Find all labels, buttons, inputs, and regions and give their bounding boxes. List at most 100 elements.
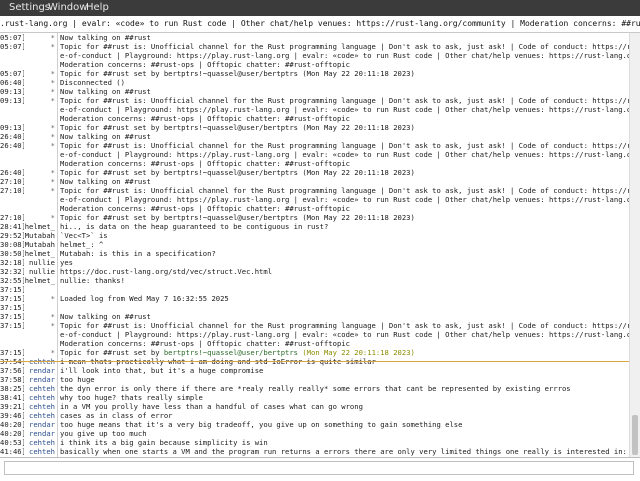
line-nick[interactable]: rendar (24, 420, 55, 429)
line-timestamp: 40:20] (0, 420, 24, 429)
line-message: e-of-conduct | Playground: https://play.… (60, 195, 630, 204)
line-message: e-of-conduct | Playground: https://play.… (60, 330, 630, 339)
line-timestamp: 09:13] (0, 123, 24, 132)
nick-separator (57, 366, 58, 375)
line-message: too huge means that it's a very big trad… (60, 420, 463, 429)
nick-separator (57, 339, 58, 348)
line-message: Topic for ##rust set by bertptrs!~quasse… (60, 348, 630, 357)
chat-line: 26:40] * Now talking on ##rust (0, 132, 640, 141)
chat-line: 40:53] cehteh i think its a big gain becau… (0, 438, 640, 447)
chat-line: Moderation concerns: ##rust-ops | Offtop… (0, 114, 640, 123)
line-nick[interactable]: cehteh (24, 384, 55, 393)
line-nick: * (50, 78, 55, 87)
menu-help[interactable]: Help (86, 2, 109, 13)
line-nick: * (50, 141, 55, 150)
line-message: i'll look into that, but it's a huge com… (60, 366, 264, 375)
line-timestamp: 29:52] (0, 231, 24, 240)
chat-line-topic-setter: 37:15] * Topic for ##rust set by bertptr… (0, 348, 640, 357)
line-nick[interactable]: nullie (24, 267, 55, 276)
nick-separator (57, 276, 58, 285)
line-nick[interactable]: nullie (24, 258, 55, 267)
chat-line: 37:15] * Loaded log from Wed May 7 16:32:5… (0, 294, 640, 303)
topic-setter-who[interactable]: bertptrs!~quassel@user/bertptrs (164, 348, 298, 357)
line-timestamp: 37:15] (0, 348, 24, 357)
line-nick: * (50, 69, 55, 78)
line-nick[interactable]: Mutabah (24, 231, 55, 240)
nick-separator (57, 447, 58, 456)
line-nick[interactable]: cehteh (24, 447, 55, 456)
line-nick[interactable]: Mutabah (24, 240, 55, 249)
scrollbar-thumb[interactable] (632, 415, 638, 455)
chat-line: 40:20] rendar you give up too much (0, 429, 640, 438)
line-nick[interactable]: helmet_ (24, 249, 55, 258)
message-input[interactable] (4, 461, 634, 475)
chat-line: 32:55] helmet_ nullie: thanks! (0, 276, 640, 285)
chat-line: 06:40] * Disconnected () (0, 78, 640, 87)
line-nick[interactable]: cehteh (24, 393, 55, 402)
chat-line: 09:13] * Now talking on ##rust (0, 87, 640, 96)
nick-separator (57, 51, 58, 60)
nick-separator (57, 231, 58, 240)
line-nick[interactable]: helmet_ (24, 222, 55, 231)
line-nick: * (50, 294, 55, 303)
line-message: Moderation concerns: ##rust-ops | Offtop… (60, 204, 350, 213)
line-message: Topic for ##rust is: Unofficial channel … (60, 42, 630, 51)
nick-separator (57, 69, 58, 78)
line-message: Mutabah: is this in a specification? (60, 249, 216, 258)
line-timestamp: 39:46] (0, 411, 24, 420)
menu-settings[interactable]: Settings (9, 2, 50, 13)
nick-separator (57, 87, 58, 96)
line-message: e-of-conduct | Playground: https://play.… (60, 105, 630, 114)
line-message: in a VM you prolly have less than a hand… (60, 402, 363, 411)
chat-line: 27:10] * Topic for ##rust is: Unofficial c… (0, 186, 640, 195)
line-nick: * (50, 132, 55, 141)
line-message: Moderation concerns: ##rust-ops | Offtop… (60, 159, 350, 168)
chat-line: 41:46] cehteh basically when one starts a … (0, 447, 640, 456)
line-nick[interactable]: rendar (24, 429, 55, 438)
line-nick[interactable]: rendar (24, 366, 55, 375)
chat-line: e-of-conduct | Playground: https://play.… (0, 51, 640, 60)
chat-line: 39:21] cehteh in a VM you prolly have less… (0, 402, 640, 411)
nick-separator (57, 42, 58, 51)
chat-scrollbar[interactable] (629, 33, 640, 457)
chat-line: 38:41] cehteh why too huge? thats really s… (0, 393, 640, 402)
chat-line: 32:32] nullie https://doc.rust-lang.org/st… (0, 267, 640, 276)
line-nick[interactable]: cehteh (24, 438, 55, 447)
line-message: you give up too much (60, 429, 147, 438)
line-nick: * (50, 87, 55, 96)
line-message: nullie: thanks! (60, 276, 125, 285)
line-timestamp: 39:21] (0, 402, 24, 411)
nick-separator (57, 438, 58, 447)
menu-window[interactable]: Window (48, 2, 87, 13)
line-timestamp: 37:15] (0, 321, 24, 330)
line-message: Topic for ##rust set by bertptrs!~quasse… (60, 168, 415, 177)
chat-line: e-of-conduct | Playground: https://play.… (0, 105, 640, 114)
line-message: Topic for ##rust is: Unofficial channel … (60, 141, 630, 150)
nick-separator (57, 33, 58, 42)
chat-line: 37:15] * Topic for ##rust is: Unofficial c… (0, 321, 640, 330)
line-message: Moderation concerns: ##rust-ops | Offtop… (60, 114, 350, 123)
nick-separator (57, 177, 58, 186)
line-nick[interactable]: cehteh (24, 411, 55, 420)
nick-separator (57, 312, 58, 321)
line-message: Disconnected () (60, 78, 125, 87)
line-timestamp: 30:50] (0, 249, 24, 258)
nick-separator (57, 411, 58, 420)
nick-separator (57, 222, 58, 231)
chat-line: e-of-conduct | Playground: https://play.… (0, 150, 640, 159)
line-message: Moderation concerns: ##rust-ops | Offtop… (60, 339, 350, 348)
nick-separator (57, 96, 58, 105)
line-nick[interactable]: helmet_ (24, 276, 55, 285)
line-nick: * (50, 168, 55, 177)
chat-line: 40:20] rendar too huge means that it's a v… (0, 420, 640, 429)
line-message: Now talking on ##rust (60, 312, 151, 321)
line-nick[interactable]: rendar (24, 375, 55, 384)
nick-separator (57, 420, 58, 429)
line-timestamp: 32:32] (0, 267, 24, 276)
chat-lines-before: 05:07] * Now talking on ##rust 05:07] * Topic… (0, 33, 640, 348)
chat-line: 27:10] * Now talking on ##rust (0, 177, 640, 186)
line-nick[interactable]: cehteh (24, 402, 55, 411)
line-timestamp: 40:20] (0, 429, 24, 438)
nick-separator (57, 285, 58, 294)
topic-bar[interactable]: .rust-lang.org | evalr: «code» to run Ru… (0, 16, 640, 33)
